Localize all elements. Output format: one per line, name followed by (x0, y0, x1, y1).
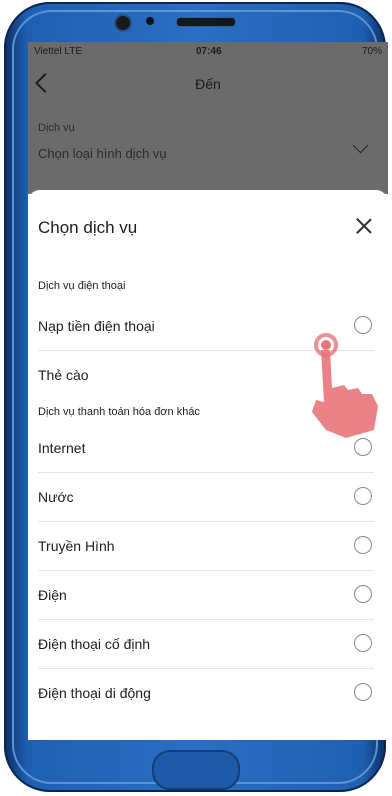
camera-icon (114, 14, 132, 32)
chevron-down-icon[interactable] (352, 137, 369, 154)
status-bar: Viettel LTE 07:46 70% (28, 42, 388, 62)
radio-icon[interactable] (354, 438, 372, 456)
list-item-label: Điện (38, 587, 67, 603)
radio-icon[interactable] (354, 487, 372, 505)
dimmed-background: Viettel LTE 07:46 70% Đến Dịch vụ Chọn l… (28, 42, 388, 194)
list-item[interactable]: Điện thoại cố định (28, 620, 388, 669)
service-label: Dịch vụ (38, 122, 75, 134)
clock-text: 07:46 (196, 46, 222, 57)
list-item-label: Nước (38, 489, 74, 505)
close-icon[interactable] (354, 216, 374, 236)
group-title: Dịch vụ điện thoại (38, 280, 126, 292)
radio-icon[interactable] (354, 536, 372, 554)
tap-hand-icon (312, 333, 378, 438)
sheet-title: Chọn dịch vụ (38, 218, 138, 237)
list-item-label: Internet (38, 440, 86, 456)
list-item[interactable]: Nước (28, 473, 388, 522)
list-item-label: Điện thoại di động (38, 685, 151, 701)
home-button[interactable] (152, 750, 240, 790)
radio-icon[interactable] (354, 634, 372, 652)
list-item-label: Điện thoại cố định (38, 636, 151, 652)
radio-icon[interactable] (354, 683, 372, 701)
list-item-label: Nạp tiền điện thoại (38, 318, 155, 334)
carrier-text: Viettel LTE (34, 46, 82, 57)
speaker-icon (176, 17, 236, 27)
list-item-label: Truyền Hình (38, 538, 115, 554)
service-select[interactable]: Chọn loại hình dịch vụ (38, 146, 167, 161)
battery-text: 70% (361, 46, 382, 57)
list-item[interactable]: Điện thoại di động (28, 669, 388, 718)
group-title: Dịch vụ thanh toán hóa đơn khác (38, 406, 200, 418)
list-item-label: Thẻ cào (38, 367, 89, 383)
list-item[interactable]: Điện (28, 571, 388, 620)
service-picker-sheet: Chọn dịch vụ Dịch vụ điện thoại Nạp tiền… (28, 190, 388, 740)
list-item[interactable]: Truyền Hình (28, 522, 388, 571)
header: Đến (28, 62, 388, 106)
page-title: Đến (195, 76, 221, 92)
sensor-icon (146, 17, 154, 25)
radio-icon[interactable] (354, 585, 372, 603)
